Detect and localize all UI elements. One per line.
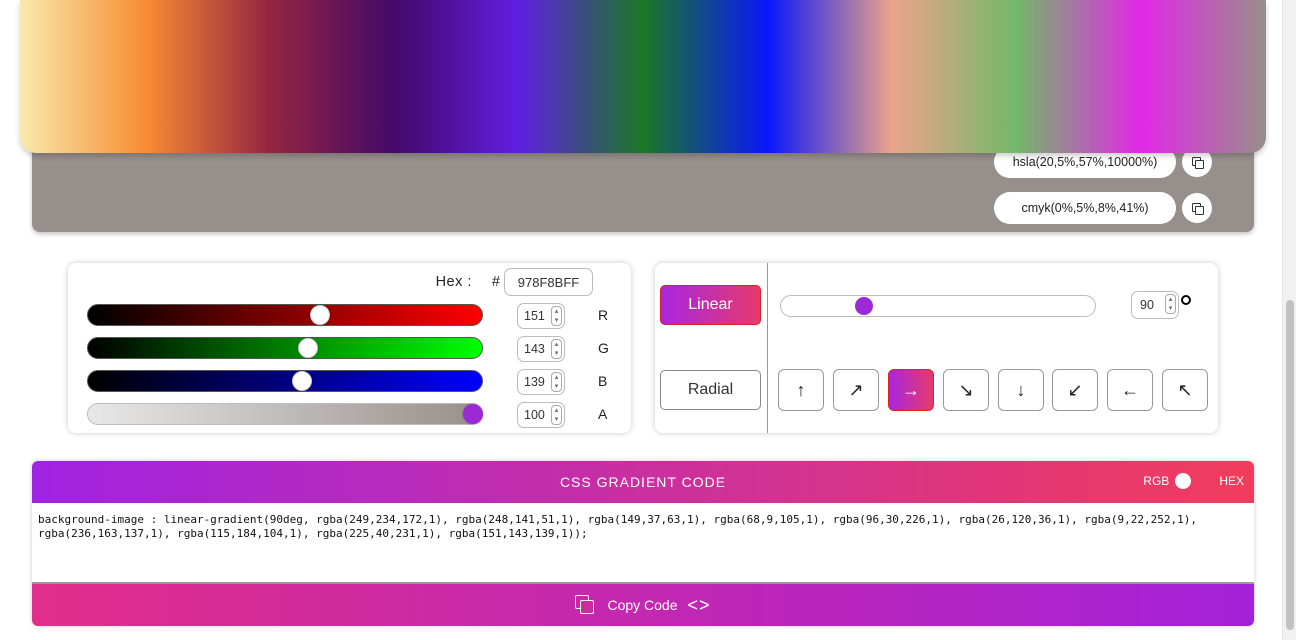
copy-icon	[1192, 203, 1204, 215]
green-input[interactable]: 143 ▴ ▾	[517, 336, 565, 362]
red-slider-row: 151 ▴ ▾ R	[87, 303, 612, 329]
copy-code-button[interactable]: Copy Code <>	[32, 584, 1254, 626]
hex-input[interactable]	[504, 268, 593, 296]
red-slider[interactable]	[87, 304, 483, 326]
alpha-input[interactable]: 100 ▴ ▾	[517, 402, 565, 428]
green-slider[interactable]	[87, 337, 483, 359]
toggle-knob[interactable]	[1175, 473, 1192, 489]
alpha-slider-row: 100 ▴ ▾ A	[87, 402, 612, 428]
hex-label: HEX	[1219, 474, 1244, 488]
alpha-slider-thumb[interactable]	[463, 404, 483, 424]
arrow-down-icon: ↓	[1016, 379, 1026, 400]
red-slider-thumb[interactable]	[310, 305, 330, 325]
cmyk-value: cmyk(0%,5%,8%,41%)	[994, 192, 1176, 224]
arrow-down-right-icon: ↘	[958, 379, 974, 400]
degree-icon	[1181, 295, 1191, 305]
css-code-panel: CSS GRADIENT CODE RGB HEX background-ima…	[32, 461, 1254, 626]
color-picker-panel: Hex : # 151 ▴▾ R 143 ▴▾ G 139 ▴▾ B 100 ▴▾ A	[68, 263, 631, 433]
angle-slider-thumb[interactable]	[855, 297, 873, 315]
blue-value: 139	[524, 375, 545, 389]
green-label: G	[598, 340, 609, 356]
arrow-up-icon: ↑	[796, 379, 806, 400]
direction-up-left-button[interactable]: ↖	[1162, 369, 1208, 411]
direction-up-right-button[interactable]: ↗	[833, 369, 879, 411]
spinner-icon[interactable]: ▴ ▾	[551, 372, 562, 392]
arrow-right-icon: →	[902, 379, 920, 400]
blue-label: B	[598, 373, 608, 389]
hash-symbol: #	[491, 274, 500, 290]
spinner-icon[interactable]: ▴ ▾	[551, 339, 562, 359]
red-value: 151	[524, 309, 545, 323]
direction-right-button[interactable]: →	[888, 369, 934, 411]
hex-row: Hex : #	[436, 268, 593, 296]
angle-value: 90	[1140, 298, 1154, 312]
arrow-down-left-icon: ↙	[1067, 379, 1083, 400]
spinner-icon[interactable]: ▴ ▾	[551, 405, 562, 425]
arrow-up-left-icon: ↖	[1177, 379, 1193, 400]
angle-input[interactable]: 90 ▴ ▾	[1131, 291, 1179, 319]
code-header: CSS GRADIENT CODE RGB HEX	[32, 461, 1254, 503]
css-code-text[interactable]: background-image : linear-gradient(90deg…	[32, 503, 1254, 584]
code-title: CSS GRADIENT CODE	[559, 474, 727, 490]
code-icon: <>	[687, 594, 711, 615]
red-input[interactable]: 151 ▴ ▾	[517, 303, 565, 329]
spinner-icon[interactable]: ▴ ▾	[1165, 294, 1176, 314]
green-slider-row: 143 ▴ ▾ G	[87, 336, 612, 362]
format-toggle[interactable]: RGB HEX	[1143, 473, 1244, 489]
blue-slider-thumb[interactable]	[292, 371, 312, 391]
rgb-label: RGB	[1143, 474, 1170, 488]
green-slider-thumb[interactable]	[298, 338, 318, 358]
copy-code-label: Copy Code	[607, 597, 678, 613]
direction-left-button[interactable]: ←	[1107, 369, 1153, 411]
copy-cmyk-button[interactable]	[1182, 193, 1212, 223]
copy-icon	[1192, 157, 1204, 169]
blue-slider-row: 139 ▴ ▾ B	[87, 369, 612, 395]
gradient-controls-panel: Linear Radial 90 ▴ ▾ ↑ ↗ → ↘ ↓ ↙ ← ↖	[655, 263, 1218, 433]
blue-input[interactable]: 139 ▴ ▾	[517, 369, 565, 395]
arrow-up-right-icon: ↗	[848, 379, 864, 400]
linear-button[interactable]: Linear	[660, 285, 761, 325]
alpha-value: 100	[524, 408, 545, 422]
page-scrollbar[interactable]	[1282, 0, 1296, 640]
angle-slider[interactable]	[780, 295, 1096, 317]
direction-down-left-button[interactable]: ↙	[1052, 369, 1098, 411]
direction-down-button[interactable]: ↓	[998, 369, 1044, 411]
copy-icon	[575, 595, 595, 615]
direction-up-button[interactable]: ↑	[778, 369, 824, 411]
cmyk-row: cmyk(0%,5%,8%,41%)	[994, 192, 1212, 224]
hex-label: Hex :	[435, 274, 472, 290]
direction-down-right-button[interactable]: ↘	[943, 369, 989, 411]
radial-button[interactable]: Radial	[660, 370, 761, 410]
alpha-slider[interactable]	[87, 403, 483, 425]
blue-slider[interactable]	[87, 370, 483, 392]
green-value: 143	[524, 342, 545, 356]
gradient-preview	[20, 0, 1266, 153]
scrollbar-thumb[interactable]	[1286, 300, 1294, 630]
red-label: R	[598, 307, 609, 323]
divider	[767, 263, 768, 433]
spinner-icon[interactable]: ▴ ▾	[551, 306, 562, 326]
alpha-label: A	[598, 406, 608, 422]
arrow-left-icon: ←	[1121, 379, 1139, 400]
